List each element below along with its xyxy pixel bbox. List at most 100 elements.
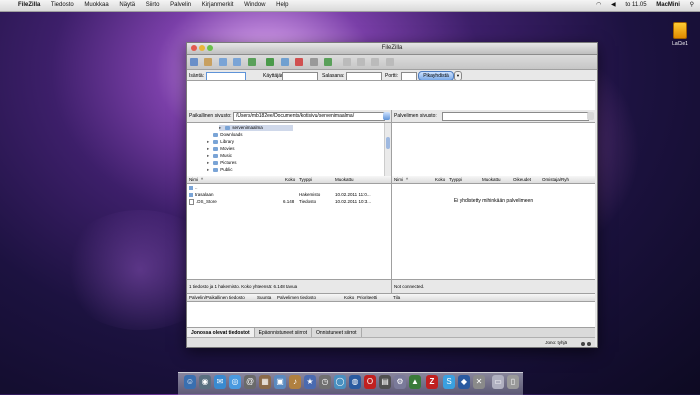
folder-icon [213, 139, 219, 144]
col-direction[interactable]: Suunta [257, 294, 271, 301]
remote-path-input[interactable] [442, 112, 589, 121]
local-tree-scrollbar[interactable] [384, 123, 391, 176]
col-size[interactable]: Koko [285, 176, 295, 183]
reconnect-icon[interactable] [324, 58, 333, 66]
tree-expander-icon[interactable]: ▸ [207, 153, 209, 158]
imovie-icon[interactable]: ★ [304, 375, 316, 389]
transfer-queue[interactable]: Palvelin/Paikallinen tiedosto Suunta Pal… [187, 293, 595, 328]
opera-icon[interactable]: O [364, 375, 376, 389]
tree-item-servenimaalma[interactable]: ▸ servenimaalma [219, 125, 293, 131]
remote-directory-tree[interactable] [392, 122, 595, 177]
toggle-remote-tree-icon[interactable] [233, 58, 242, 66]
filter-icon[interactable] [342, 58, 351, 66]
search-icon[interactable] [385, 58, 394, 66]
remote-file-list[interactable]: Nimi ^ Koko Tyyppi Muokattu Oikeudet Omi… [392, 176, 595, 279]
col-permissions[interactable]: Oikeudet [513, 176, 531, 183]
tree-expander-icon[interactable]: ▸ [207, 139, 209, 144]
finder-icon[interactable]: ☺ [184, 375, 196, 389]
firefox-icon[interactable]: ◍ [349, 375, 361, 389]
preview-icon[interactable]: ▤ [379, 375, 391, 389]
tree-item-public[interactable]: ▸ Public [207, 167, 233, 173]
wifi-icon[interactable]: ◠ [596, 2, 601, 8]
zoom-window-icon[interactable] [207, 45, 213, 51]
menu-siirto[interactable]: Siirto [146, 2, 160, 8]
address-book-icon[interactable]: @ [244, 375, 256, 389]
trash-icon[interactable]: ▯ [507, 375, 519, 389]
dashboard-icon[interactable]: ◉ [199, 375, 211, 389]
menu-app-name[interactable]: FileZilla [18, 2, 40, 8]
volume-icon[interactable]: ◀ [611, 2, 616, 8]
col-priority[interactable]: Prioriteetti [357, 294, 377, 301]
toggle-log-icon[interactable] [204, 58, 213, 66]
col-type[interactable]: Tyyppi [299, 176, 312, 183]
app-icon[interactable]: ▲ [409, 375, 421, 389]
safari-icon[interactable]: ◎ [229, 375, 241, 389]
col-server-local-file[interactable]: Palvelin/Paikallinen tiedosto [189, 294, 245, 301]
file-row[interactable]: .DS_Store 6.148 Tiedosto 10.02.2011 10:3… [187, 198, 391, 205]
toggle-local-tree-icon[interactable] [218, 58, 227, 66]
menu-help[interactable]: Help [276, 2, 288, 8]
local-directory-tree[interactable]: ▸servenimaalma ▸Downloads ▸Library ▸Movi… [187, 122, 391, 177]
col-modified[interactable]: Muokattu [335, 176, 354, 183]
col-remote-file[interactable]: Palvelimen tiedosto [277, 294, 316, 301]
tree-item-library[interactable]: ▸ Library [207, 139, 234, 145]
filezilla-icon[interactable]: Z [426, 375, 438, 389]
menu-nayta[interactable]: Näytä [119, 2, 135, 8]
title-bar[interactable]: FileZilla [187, 43, 597, 55]
menu-tiedosto[interactable]: Tiedosto [51, 2, 74, 8]
minimize-window-icon[interactable] [199, 45, 205, 51]
refresh-icon[interactable] [266, 58, 275, 66]
site-manager-icon[interactable] [190, 58, 198, 66]
message-log[interactable] [187, 80, 595, 112]
disconnect-icon[interactable] [309, 58, 318, 66]
col-status[interactable]: Tila [393, 294, 400, 301]
process-queue-icon[interactable] [280, 58, 289, 66]
col-owner[interactable]: Omistaja/Ryh [542, 176, 569, 183]
user-menu[interactable]: MacMini [656, 2, 680, 8]
cancel-icon[interactable] [295, 58, 304, 66]
app-store-icon[interactable]: ◆ [458, 375, 470, 389]
skype-icon[interactable]: S [443, 375, 455, 389]
iphoto-icon[interactable]: ▣ [274, 375, 286, 389]
system-preferences-icon[interactable]: ⚙ [394, 375, 406, 389]
tree-expander-icon[interactable]: ▸ [207, 160, 209, 165]
local-file-list[interactable]: Nimi ^ Koko Tyyppi Muokattu .. trasalaan… [187, 176, 391, 279]
tree-expander-icon[interactable]: ▸ [207, 146, 209, 151]
tree-item-downloads[interactable]: ▸Downloads [207, 132, 243, 138]
desktop-drive[interactable]: LaCie1 [667, 22, 693, 47]
col-size[interactable]: Koko [344, 294, 354, 301]
menu-palvelin[interactable]: Palvelin [170, 2, 191, 8]
local-path-input[interactable]: /Users/mb182ee/Documents/kotisivu/serven… [233, 112, 385, 121]
tree-expander-icon[interactable]: ▸ [207, 167, 209, 172]
ical-icon[interactable]: ▦ [259, 375, 271, 389]
mail-icon[interactable]: ✉ [214, 375, 226, 389]
tree-item-pictures[interactable]: ▸ Pictures [207, 160, 237, 166]
menu-window[interactable]: Window [244, 2, 265, 8]
col-type[interactable]: Tyyppi [449, 176, 462, 183]
col-name[interactable]: Nimi [394, 176, 403, 183]
sync-browse-icon[interactable] [371, 58, 380, 66]
time-machine-icon[interactable]: ◷ [319, 375, 331, 389]
toggle-queue-icon[interactable] [247, 58, 256, 66]
garageband-icon[interactable]: ♪ [289, 375, 301, 389]
remote-path-dropdown-icon[interactable] [587, 112, 594, 120]
ichat-icon[interactable]: ◯ [334, 375, 346, 389]
col-size[interactable]: Koko [435, 176, 445, 183]
local-path-dropdown-icon[interactable] [383, 112, 390, 120]
downloads-stack-icon[interactable]: ▭ [492, 375, 504, 389]
file-row[interactable]: .. [187, 184, 391, 191]
scrollbar-thumb[interactable] [386, 137, 390, 149]
close-window-icon[interactable] [191, 45, 197, 51]
file-row[interactable]: trasalaan Hakemisto 10.02.2011 11:0... [187, 191, 391, 198]
tree-item-movies[interactable]: ▸ Movies [207, 146, 235, 152]
utility-icon[interactable]: ✕ [473, 375, 485, 389]
menu-kirjanmerkit[interactable]: Kirjanmerkit [202, 2, 234, 8]
clock[interactable]: to 11.05 [625, 2, 646, 8]
tree-expander-icon[interactable]: ▸ [219, 125, 221, 130]
col-name[interactable]: Nimi [189, 176, 198, 183]
col-modified[interactable]: Muokattu [482, 176, 501, 183]
tree-item-music[interactable]: ▸ Music [207, 153, 232, 159]
compare-icon[interactable] [356, 58, 365, 66]
menu-muokkaa[interactable]: Muokkaa [84, 2, 108, 8]
spotlight-icon[interactable]: ⚲ [690, 2, 694, 8]
